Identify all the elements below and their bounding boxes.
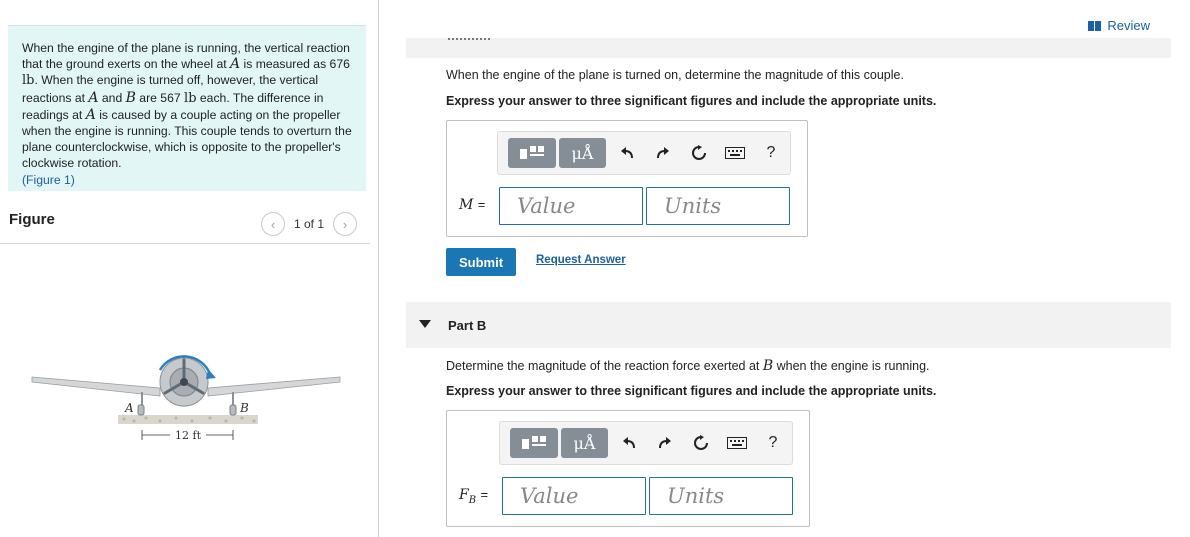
- problem-text: and: [98, 90, 126, 105]
- ground: [118, 415, 258, 424]
- label-a: A: [124, 401, 134, 415]
- problem-text: is measured as 676: [240, 57, 350, 72]
- part-a-header: [406, 38, 1171, 58]
- var-subscript: B: [468, 494, 477, 506]
- part-b-answer-box: μÅ ? FB = Value Units: [446, 410, 810, 527]
- help-icon[interactable]: ?: [755, 434, 791, 452]
- undo-icon[interactable]: [611, 436, 647, 450]
- label-b: B: [239, 401, 249, 415]
- equals-sign: =: [480, 487, 489, 502]
- math-symbol: A: [85, 106, 96, 123]
- part-a-units-input[interactable]: Units: [646, 187, 790, 225]
- math-symbol: B: [762, 358, 774, 374]
- collapse-triangle-icon[interactable]: [419, 320, 431, 328]
- part-a-instruction: Express your answer to three significant…: [446, 94, 937, 108]
- math-symbol: A: [230, 56, 241, 73]
- figure-title: Figure: [9, 211, 55, 228]
- units-icon[interactable]: μÅ: [559, 138, 606, 168]
- problem-statement: When the engine of the plane is running,…: [8, 25, 366, 191]
- keyboard-icon[interactable]: [719, 437, 755, 449]
- mu-label: μÅ: [571, 143, 594, 163]
- part-a-value-input[interactable]: Value: [499, 187, 643, 225]
- math-symbol: B: [125, 89, 136, 106]
- part-a-toolbar: μÅ ?: [497, 131, 791, 175]
- units-icon[interactable]: μÅ: [561, 428, 608, 458]
- submit-button[interactable]: Submit: [446, 248, 516, 276]
- unit-symbol: lb: [22, 73, 35, 89]
- var-symbol: F: [459, 487, 469, 503]
- templates-icon[interactable]: [508, 138, 556, 168]
- pager-count: 1 of 1: [294, 217, 325, 231]
- question-text: Determine the magnitude of the reaction …: [446, 359, 763, 373]
- request-answer-link[interactable]: Request Answer: [536, 254, 626, 266]
- help-label: ?: [768, 434, 778, 451]
- chevron-left-icon[interactable]: ‹: [261, 212, 285, 236]
- review-link[interactable]: Review: [1088, 18, 1150, 33]
- undo-icon[interactable]: [609, 146, 645, 160]
- part-b-units-input[interactable]: Units: [649, 477, 793, 515]
- reset-icon[interactable]: [683, 435, 719, 451]
- figure-header: Figure ‹ 1 of 1 ›: [0, 200, 370, 244]
- part-a-question: When the engine of the plane is turned o…: [446, 68, 904, 82]
- keyboard-icon[interactable]: [717, 147, 753, 159]
- var-symbol: M: [459, 197, 474, 213]
- figure-pager: ‹ 1 of 1 ›: [261, 212, 358, 236]
- part-a-var-label: M =: [459, 197, 485, 213]
- part-b-instruction: Express your answer to three significant…: [446, 384, 937, 398]
- part-b-header[interactable]: Part B: [406, 302, 1171, 348]
- part-b-question: Determine the magnitude of the reaction …: [446, 358, 930, 374]
- airplane-figure: A B 12 ft: [20, 330, 360, 460]
- equals-sign: =: [477, 197, 486, 212]
- part-b-toolbar: μÅ ?: [499, 421, 793, 465]
- part-b-var-label: FB =: [459, 487, 488, 506]
- math-symbol: A: [88, 89, 99, 106]
- question-text: when the engine is running.: [773, 359, 930, 373]
- right-panel: Review When the engine of the plane is t…: [380, 0, 1190, 537]
- review-label: Review: [1107, 18, 1150, 33]
- airplane-diagram: A B 12 ft: [31, 355, 341, 442]
- problem-text: are 567: [135, 90, 185, 105]
- right-wing: [207, 376, 341, 397]
- unit-symbol: lb: [184, 90, 197, 106]
- redo-icon[interactable]: [647, 436, 683, 450]
- templates-icon[interactable]: [510, 428, 558, 458]
- chevron-right-icon[interactable]: ›: [333, 212, 358, 236]
- part-b-title: Part B: [448, 318, 487, 333]
- reset-icon[interactable]: [681, 145, 717, 161]
- part-b-value-input[interactable]: Value: [502, 477, 646, 515]
- figure-link[interactable]: (Figure 1): [22, 172, 356, 188]
- mu-label: μÅ: [573, 433, 596, 453]
- part-a-answer-box: μÅ ? M = Value Units: [446, 120, 808, 237]
- redo-icon[interactable]: [645, 146, 681, 160]
- dimension-label: 12 ft: [175, 429, 202, 442]
- help-label: ?: [766, 144, 776, 161]
- help-icon[interactable]: ?: [753, 144, 789, 162]
- left-wing: [31, 376, 161, 397]
- review-icon: [1088, 20, 1102, 31]
- left-panel: When the engine of the plane is running,…: [0, 0, 379, 537]
